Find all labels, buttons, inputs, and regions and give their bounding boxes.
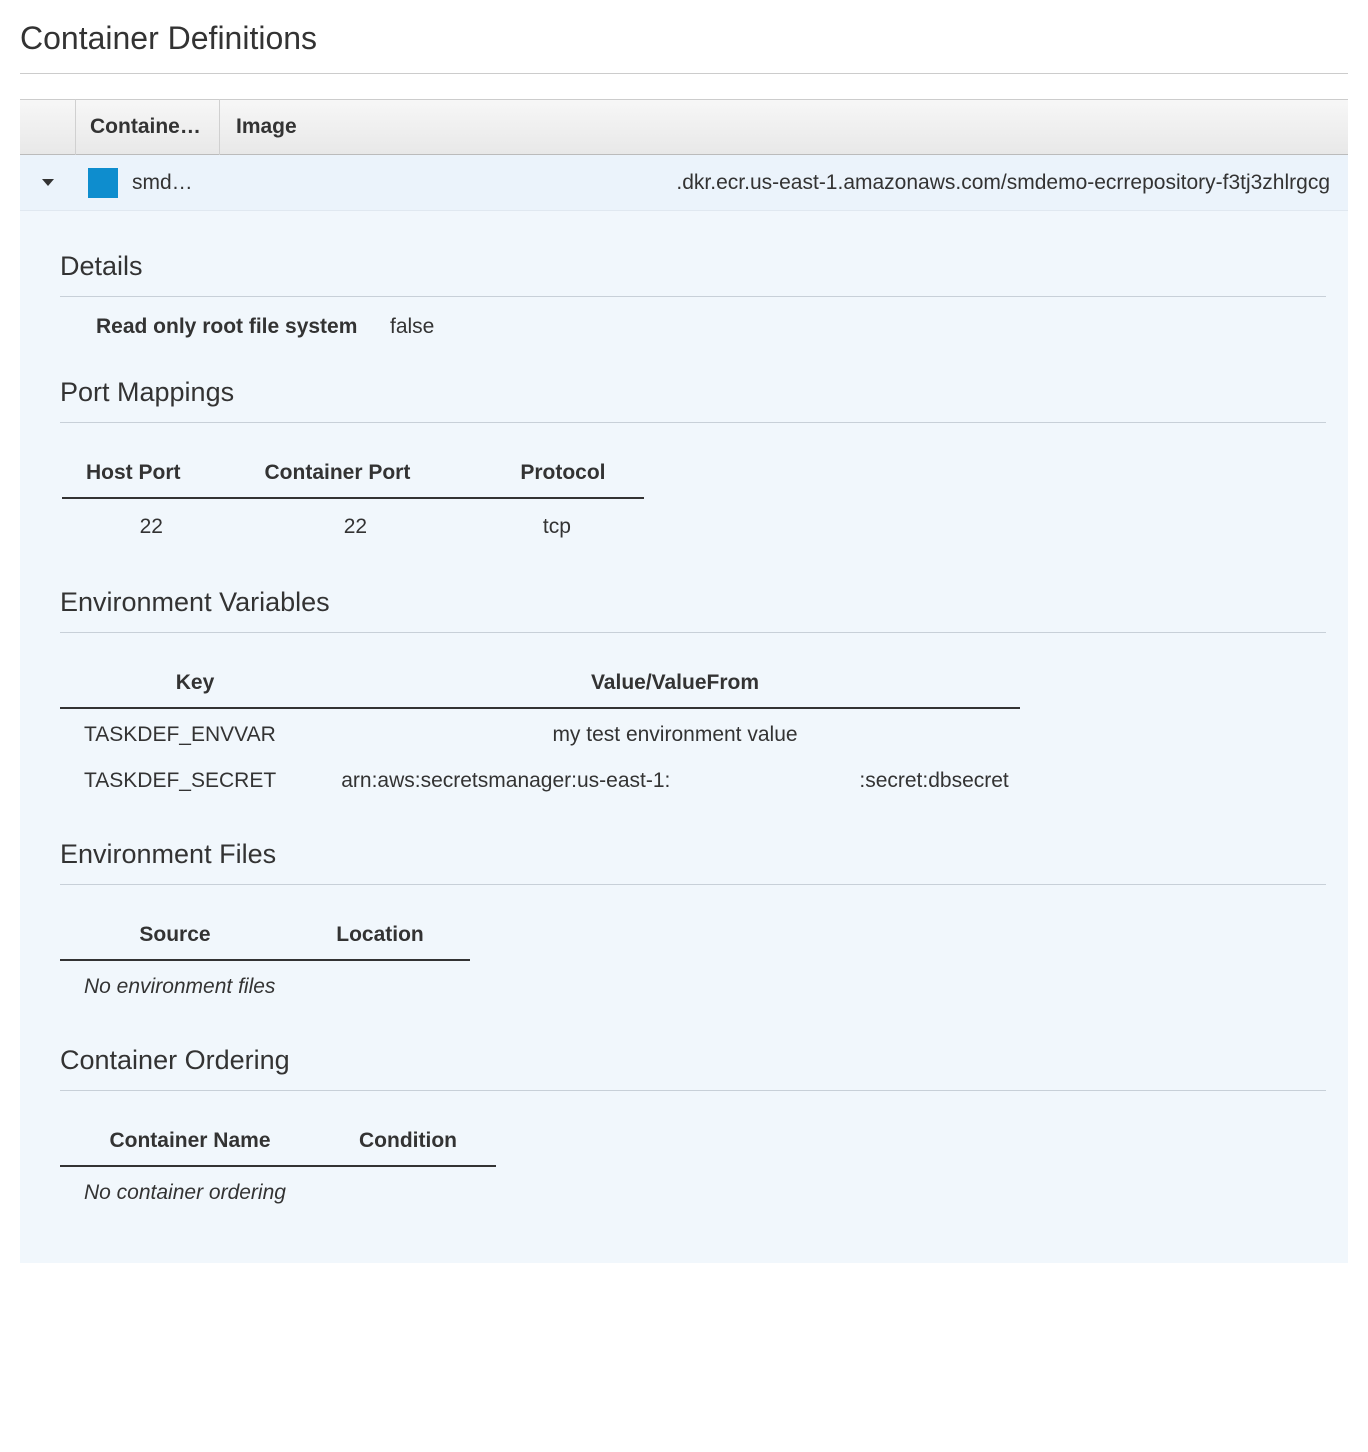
- th-file-source: Source: [60, 913, 290, 960]
- page-title: Container Definitions: [20, 20, 1348, 57]
- th-env-value: Value/ValueFrom: [330, 661, 1020, 708]
- section-details: Details Read only root file system false: [60, 251, 1326, 339]
- container-name-text: smd…: [132, 171, 193, 195]
- readonly-label: Read only root file system: [96, 315, 390, 339]
- th-host-port: Host Port: [62, 451, 241, 498]
- th-env-key: Key: [60, 661, 330, 708]
- th-order-condition: Condition: [320, 1119, 496, 1166]
- section-title-details: Details: [60, 251, 1326, 282]
- th-order-name: Container Name: [60, 1119, 320, 1166]
- th-expand-col: [20, 99, 76, 155]
- td-container-name: smd…: [76, 168, 220, 198]
- table-row[interactable]: smd… .dkr.ecr.us-east-1.amazonaws.com/sm…: [20, 155, 1348, 211]
- td-container-port: 22: [241, 498, 471, 549]
- container-icon: [88, 168, 118, 198]
- readonly-root-fs-row: Read only root file system false: [60, 297, 1326, 339]
- env-vars-table: Key Value/ValueFrom TASKDEF_ENVVAR my te…: [60, 661, 1020, 801]
- env-files-empty: No environment files: [60, 960, 470, 1007]
- title-divider: [20, 73, 1348, 74]
- th-protocol: Protocol: [470, 451, 643, 498]
- env-files-table: Source Location No environment files: [60, 913, 470, 1007]
- section-env-vars: Environment Variables Key Value/ValueFro…: [60, 587, 1326, 801]
- td-env-value: my test environment value: [330, 708, 1020, 755]
- port-mappings-table: Host Port Container Port Protocol 22 22 …: [62, 451, 644, 549]
- section-container-ordering: Container Ordering Container Name Condit…: [60, 1045, 1326, 1213]
- section-port-mappings: Port Mappings Host Port Container Port P…: [60, 377, 1326, 549]
- section-title-port: Port Mappings: [60, 377, 1326, 408]
- env-row: TASKDEF_ENVVAR my test environment value: [60, 708, 1020, 755]
- details-panel: Details Read only root file system false…: [20, 211, 1348, 1263]
- th-image[interactable]: Image: [220, 99, 1348, 155]
- td-image: .dkr.ecr.us-east-1.amazonaws.com/smdemo-…: [220, 171, 1348, 195]
- ordering-empty-row: No container ordering: [60, 1166, 496, 1213]
- td-env-key: TASKDEF_ENVVAR: [60, 708, 330, 755]
- port-row: 22 22 tcp: [62, 498, 644, 549]
- expand-toggle[interactable]: [20, 179, 76, 186]
- section-divider: [60, 422, 1326, 423]
- section-title-envfiles: Environment Files: [60, 839, 1326, 870]
- section-divider: [60, 884, 1326, 885]
- section-divider: [60, 1090, 1326, 1091]
- td-protocol: tcp: [470, 498, 643, 549]
- th-container-name[interactable]: Containe…: [76, 99, 220, 155]
- th-container-port: Container Port: [241, 451, 471, 498]
- td-host-port: 22: [62, 498, 241, 549]
- td-env-key: TASKDEF_SECRET: [60, 755, 330, 801]
- section-title-envvars: Environment Variables: [60, 587, 1326, 618]
- th-file-location: Location: [290, 913, 470, 960]
- section-divider: [60, 632, 1326, 633]
- readonly-value: false: [390, 315, 434, 339]
- caret-down-icon: [42, 179, 54, 186]
- td-env-value: arn:aws:secretsmanager:us-east-1: :secre…: [330, 755, 1020, 801]
- section-title-ordering: Container Ordering: [60, 1045, 1326, 1076]
- env-row: TASKDEF_SECRET arn:aws:secretsmanager:us…: [60, 755, 1020, 801]
- ordering-table: Container Name Condition No container or…: [60, 1119, 496, 1213]
- env-files-empty-row: No environment files: [60, 960, 470, 1007]
- table-header-row: Containe… Image: [20, 99, 1348, 155]
- ordering-empty: No container ordering: [60, 1166, 496, 1213]
- section-env-files: Environment Files Source Location No env…: [60, 839, 1326, 1007]
